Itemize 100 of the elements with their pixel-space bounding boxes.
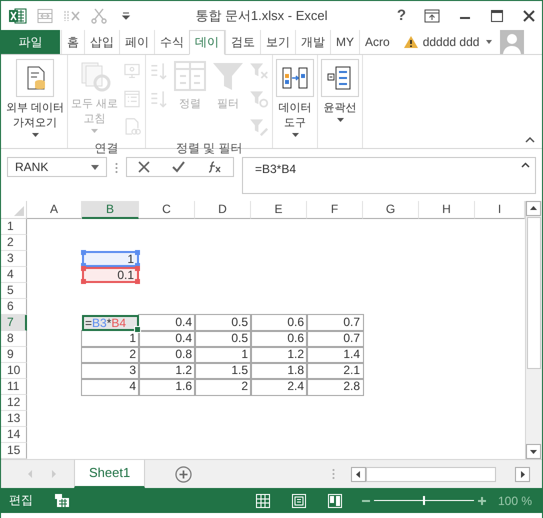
scroll-thumb[interactable] <box>527 217 541 369</box>
ribbon-tab[interactable]: 보기 <box>260 30 295 54</box>
grip-icon <box>332 468 335 480</box>
document-database-icon[interactable] <box>16 59 54 97</box>
table-cell: 0.7 <box>307 331 363 347</box>
ribbon-tab[interactable]: 페이 <box>119 30 154 54</box>
table-cell: 4 <box>82 379 139 395</box>
ribbon-button-label[interactable]: 데이터 <box>278 101 312 116</box>
column-header[interactable]: D <box>195 201 251 219</box>
ribbon-tab[interactable]: 개발 <box>295 30 330 54</box>
column-header[interactable]: E <box>251 201 307 219</box>
name-box[interactable]: RANK <box>7 157 107 177</box>
table-cell: 1.2 <box>251 347 307 363</box>
ribbon-display-icon[interactable] <box>424 8 440 22</box>
referenced-cell: 0.1 <box>82 267 139 283</box>
table-cell: 0.5 <box>195 331 251 347</box>
ribbon-button-label[interactable]: 도구 <box>284 116 306 131</box>
normal-view-icon[interactable] <box>256 494 270 508</box>
zoom-in-icon[interactable] <box>478 496 486 504</box>
table-cell: 2.4 <box>251 379 307 395</box>
excel-logo-icon <box>9 8 27 24</box>
collapse-ribbon-icon[interactable] <box>525 136 535 143</box>
column-header[interactable]: B <box>82 201 139 219</box>
row-header[interactable]: 5 <box>1 283 27 299</box>
table-cell: 0.4 <box>139 315 195 331</box>
group-label: 정렬 및 필터 <box>176 141 242 155</box>
add-sheet-icon[interactable] <box>175 466 192 482</box>
table-cell: 0.4 <box>139 331 195 347</box>
row-header[interactable]: 13 <box>1 411 27 427</box>
row-header[interactable]: 10 <box>1 363 27 379</box>
row-header[interactable]: 9 <box>1 347 27 363</box>
check-icon[interactable] <box>172 161 186 173</box>
ribbon-tab[interactable]: Acro <box>359 30 395 54</box>
group-label: 연결 <box>94 141 119 155</box>
column-header[interactable]: F <box>307 201 363 219</box>
page-break-icon[interactable] <box>328 494 342 508</box>
window-title: 통합 문서1.xlsx - Excel <box>194 6 328 24</box>
row-header[interactable]: 11 <box>1 379 27 395</box>
ribbon-button-label[interactable]: 가져오기 <box>13 116 58 131</box>
table-cell: 3 <box>82 363 139 379</box>
table-cell: 1.6 <box>139 379 195 395</box>
ribbon-tab[interactable]: 검토 <box>225 30 260 54</box>
table-cell: 0.8 <box>139 347 195 363</box>
scroll-left-icon[interactable] <box>351 466 366 482</box>
ribbon-tab[interactable]: 데이 <box>189 30 225 55</box>
cancel-icon[interactable] <box>138 161 150 173</box>
ribbon-tab[interactable]: 홈 <box>61 30 84 54</box>
column-header[interactable]: H <box>419 201 475 219</box>
account-name[interactable]: ddddd ddd <box>422 35 480 49</box>
file-tab[interactable]: 파일 <box>1 30 60 54</box>
referenced-cell: 1 <box>82 251 139 267</box>
row-header[interactable]: 7 <box>1 315 27 331</box>
table-cell: 0.7 <box>307 315 363 331</box>
page-layout-icon[interactable] <box>292 494 306 508</box>
scroll-down-icon[interactable] <box>526 444 541 459</box>
table-cell: 1.8 <box>251 363 307 379</box>
sheet-tab[interactable]: Sheet1 <box>74 460 146 488</box>
row-header[interactable]: 8 <box>1 331 27 347</box>
formula-field[interactable]: =B3*B4 <box>242 157 536 194</box>
caret-icon[interactable] <box>91 164 99 170</box>
table-cell: 2.1 <box>307 363 363 379</box>
table-cell: 0.6 <box>251 331 307 347</box>
row-header[interactable]: 3 <box>1 251 27 267</box>
table-cell: 1 <box>195 347 251 363</box>
maximize-icon[interactable] <box>490 8 504 22</box>
column-header[interactable]: G <box>363 201 419 219</box>
scroll-thumb[interactable] <box>366 466 496 482</box>
ribbon-button-label[interactable]: 외부 데이터 <box>6 101 64 116</box>
table-cell: 1.4 <box>307 347 363 363</box>
scroll-right-icon[interactable] <box>515 466 530 482</box>
outline-icon[interactable] <box>321 59 360 97</box>
grip-icon <box>115 162 118 174</box>
caret-icon[interactable] <box>336 118 344 123</box>
collapse-icon[interactable] <box>521 162 530 168</box>
ribbon-tab[interactable]: 삽입 <box>84 30 119 54</box>
function-icon[interactable] <box>208 161 222 173</box>
column-header[interactable]: C <box>139 201 195 219</box>
scroll-up-icon[interactable] <box>526 201 541 216</box>
row-header[interactable]: 2 <box>1 235 27 251</box>
help-button[interactable]: ? <box>396 7 406 24</box>
close-icon[interactable] <box>522 8 536 22</box>
caret-icon[interactable] <box>32 133 39 138</box>
caret-icon[interactable] <box>292 133 299 138</box>
editing-cell[interactable]: =B3*B4 <box>82 315 139 331</box>
macro-record-icon[interactable] <box>55 494 69 507</box>
row-header[interactable]: 1 <box>1 219 27 235</box>
row-header[interactable]: 12 <box>1 395 27 411</box>
status-mode: 편집 <box>9 492 33 509</box>
table-cell: 0.6 <box>251 315 307 331</box>
columns-icon[interactable] <box>276 59 314 97</box>
table-cell: 2.8 <box>307 379 363 395</box>
table-cell: 1.5 <box>195 363 251 379</box>
ribbon-button-label[interactable]: 윤곽선 <box>324 101 357 116</box>
row-header[interactable]: 4 <box>1 267 27 283</box>
ribbon-tab[interactable]: MY <box>330 30 359 54</box>
table-cell: 1 <box>82 331 139 347</box>
table-cell: 2 <box>82 347 139 363</box>
table-cell: 1.2 <box>139 363 195 379</box>
row-header[interactable]: 14 <box>1 427 27 443</box>
caret-icon[interactable] <box>485 39 494 45</box>
